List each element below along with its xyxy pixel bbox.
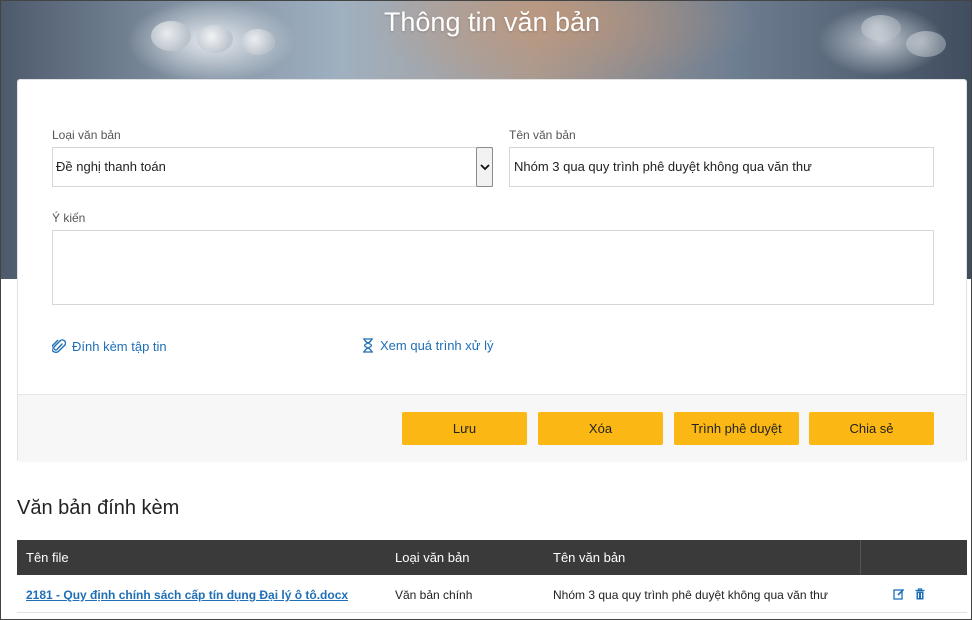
view-history-label: Xem quá trình xử lý <box>380 338 494 353</box>
edit-icon[interactable] <box>893 588 905 600</box>
doc-name-input[interactable]: Nhóm 3 qua quy trình phê duyệt không qua… <box>509 147 934 187</box>
attachment-name-cell: Nhóm 3 qua quy trình phê duyệt không qua… <box>553 588 828 602</box>
comment-textarea[interactable] <box>52 230 934 305</box>
trash-icon[interactable] <box>914 588 926 600</box>
attachments-section-title: Văn bản đính kèm <box>17 497 180 519</box>
table-header: Tên file Loại văn bản Tên văn bản <box>17 540 967 575</box>
submit-approval-button[interactable]: Trình phê duyệt <box>674 412 799 445</box>
column-divider <box>860 540 861 575</box>
page-title: Thông tin văn bản <box>383 7 601 37</box>
column-header-file: Tên file <box>26 550 69 565</box>
app-window: Thông tin văn bản Loại văn bản Đề nghị t… <box>0 0 972 620</box>
view-history-link[interactable]: Xem quá trình xử lý <box>362 338 493 353</box>
attachments-table: Tên file Loại văn bản Tên văn bản 2181 -… <box>17 540 967 613</box>
save-button[interactable]: Lưu <box>402 412 527 445</box>
form-action-bar: Lưu Xóa Trình phê duyệt Chia sẻ <box>18 394 966 462</box>
doc-type-label: Loại văn bản <box>52 128 121 142</box>
doc-name-label: Tên văn bản <box>509 128 576 142</box>
column-header-name: Tên văn bản <box>553 550 626 565</box>
column-header-type: Loại văn bản <box>395 550 470 565</box>
table-row: 2181 - Quy định chính sách cấp tín dụng … <box>17 575 967 613</box>
attachment-type-cell: Văn bản chính <box>395 588 473 602</box>
doc-type-select[interactable]: Đề nghị thanh toán <box>52 147 493 187</box>
comment-label: Ý kiến <box>52 211 86 225</box>
doc-type-dropdown-button[interactable] <box>476 147 493 187</box>
share-button[interactable]: Chia sẻ <box>809 412 934 445</box>
attach-file-label: Đính kèm tập tin <box>72 339 167 354</box>
document-info-form: Loại văn bản Đề nghị thanh toán Tên văn … <box>17 79 967 462</box>
delete-button[interactable]: Xóa <box>538 412 663 445</box>
paperclip-icon <box>52 339 66 353</box>
chevron-down-icon <box>479 163 490 170</box>
attachment-file-link[interactable]: 2181 - Quy định chính sách cấp tín dụng … <box>26 588 348 602</box>
attach-file-link[interactable]: Đính kèm tập tin <box>52 339 167 354</box>
hourglass-icon <box>363 338 373 353</box>
